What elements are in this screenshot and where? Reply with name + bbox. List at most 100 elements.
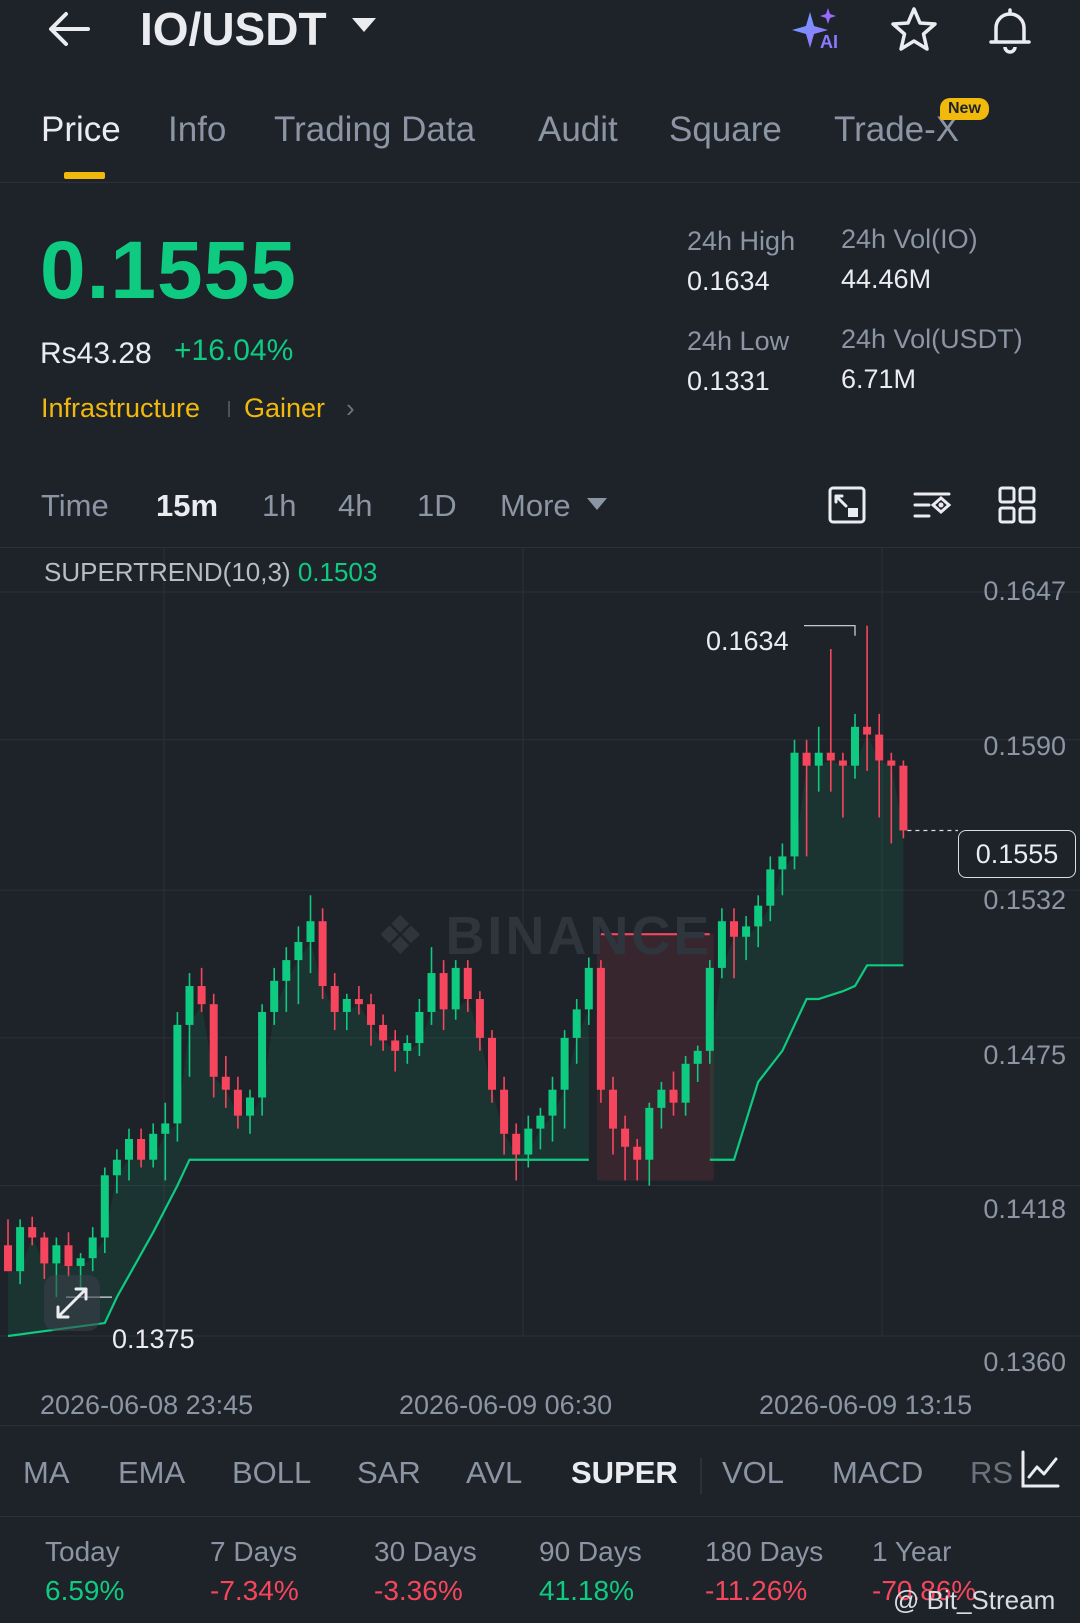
candle-body: [76, 1258, 85, 1267]
candle-body: [475, 998, 484, 1038]
tab-audit[interactable]: Audit: [538, 108, 618, 152]
indicator-ma[interactable]: MA: [23, 1455, 70, 1491]
candle-body: [500, 1089, 509, 1134]
tab-square[interactable]: Square: [669, 108, 782, 152]
candle-body: [548, 1089, 557, 1116]
y-tick-label: 0.1647: [983, 576, 1066, 606]
perf-label-today: Today: [45, 1536, 120, 1567]
candle-body: [899, 765, 908, 831]
candle-body: [838, 760, 847, 766]
tab-info[interactable]: Info: [168, 108, 226, 152]
candle-body: [463, 967, 472, 999]
candle-body: [439, 973, 448, 1010]
candle-body: [427, 973, 436, 1012]
chart-settings-icon[interactable]: [911, 484, 953, 526]
candle-body: [536, 1115, 545, 1129]
back-arrow-icon[interactable]: [44, 4, 94, 54]
high-price-marker: 0.1634: [706, 626, 789, 656]
timeframe-15m[interactable]: 15m: [156, 488, 218, 524]
star-favorite-icon[interactable]: [888, 4, 940, 56]
timeframe-more[interactable]: More: [500, 488, 571, 524]
timeframe-1d[interactable]: 1D: [417, 488, 457, 524]
expand-arrows-icon: [56, 1287, 88, 1319]
indicator-vol[interactable]: VOL: [722, 1455, 784, 1491]
candle-body: [258, 1011, 267, 1098]
timeframe-time[interactable]: Time: [41, 488, 109, 524]
tag-gainer[interactable]: Gainer: [244, 393, 325, 424]
candle-body: [826, 752, 835, 761]
candle-body: [40, 1237, 49, 1264]
perf-value-180d: -11.26%: [705, 1575, 808, 1606]
watermark-text: BINANCE: [445, 906, 713, 966]
candle-body: [875, 734, 884, 761]
candle-body: [415, 1011, 424, 1044]
candle-body: [524, 1128, 533, 1155]
stat-label-24h-vol-usdt: 24h Vol(USDT): [841, 324, 1023, 354]
candle-body: [270, 980, 279, 1012]
candle-body: [318, 921, 327, 987]
candle-body: [863, 726, 872, 735]
candle-body: [681, 1063, 690, 1103]
candle-body: [209, 1004, 218, 1077]
indicator-macd[interactable]: MACD: [832, 1455, 923, 1491]
grid-layout-icon[interactable]: [996, 484, 1038, 526]
candle-body: [633, 1146, 642, 1160]
candle-body: [330, 986, 339, 1012]
candle-body: [754, 905, 763, 927]
candle-body: [52, 1245, 61, 1264]
candle-body: [294, 941, 303, 961]
tabs-divider: [0, 182, 1080, 183]
pair-title[interactable]: IO/USDT: [140, 0, 327, 58]
bell-notification-icon[interactable]: [984, 4, 1036, 56]
stat-label-24h-vol-io: 24h Vol(IO): [841, 224, 978, 254]
y-tick-label: 0.1590: [983, 731, 1066, 761]
candle-body: [488, 1037, 496, 1090]
binance-logo-icon: ❖: [376, 906, 428, 966]
candle-body: [621, 1128, 630, 1147]
perf-label-90d: 90 Days: [539, 1536, 642, 1567]
more-caret-icon[interactable]: [587, 498, 607, 510]
indicator-rsi[interactable]: RS: [970, 1455, 1013, 1491]
indicator-super[interactable]: SUPER: [571, 1455, 678, 1491]
watermark-credit: @ Bit_Stream: [893, 1585, 1056, 1615]
candle-body: [233, 1089, 242, 1116]
supertrend-name: SUPERTREND(10,3): [44, 557, 291, 587]
indicator-sar[interactable]: SAR: [357, 1455, 421, 1491]
active-tab-indicator: [64, 172, 105, 179]
chart-bottom-divider: [0, 1425, 1080, 1426]
indicator-ema[interactable]: EMA: [118, 1455, 185, 1491]
expand-chart-button[interactable]: [44, 1275, 100, 1331]
low-price-marker: 0.1375: [112, 1324, 195, 1354]
chevron-right-icon[interactable]: ›: [346, 393, 355, 424]
x-tick-label: 2026-06-09 06:30: [399, 1390, 613, 1420]
candle-body: [717, 921, 726, 968]
binance-watermark: ❖ BINANCE: [376, 904, 712, 967]
fullscreen-chart-icon[interactable]: [826, 484, 868, 526]
timeframe-4h[interactable]: 4h: [338, 488, 372, 524]
indicator-boll[interactable]: BOLL: [232, 1455, 311, 1491]
candle-body: [367, 1004, 375, 1025]
indicator-avl[interactable]: AVL: [466, 1455, 522, 1491]
tag-infrastructure[interactable]: Infrastructure: [41, 393, 200, 424]
candle-body: [137, 1138, 146, 1160]
candle-body: [730, 921, 738, 937]
perf-value-7d: -7.34%: [210, 1575, 299, 1606]
new-badge: New: [940, 98, 989, 120]
ai-sparkle-icon[interactable]: AI: [790, 4, 842, 56]
candle-body: [802, 752, 811, 766]
timeframe-1h[interactable]: 1h: [262, 488, 296, 524]
candle-body: [64, 1245, 73, 1267]
candle-body: [16, 1227, 25, 1272]
indicator-chart-icon[interactable]: [1018, 1447, 1062, 1491]
pair-dropdown-caret-icon[interactable]: [352, 18, 376, 32]
perf-label-30d: 30 Days: [374, 1536, 477, 1567]
candle-body: [4, 1245, 12, 1272]
indicator-separator: [700, 1458, 702, 1494]
fiat-price: Rs43.28: [40, 337, 152, 370]
tab-price[interactable]: Price: [41, 108, 121, 152]
stat-label-24h-high: 24h High: [687, 226, 796, 256]
stat-label-24h-low: 24h Low: [687, 326, 790, 356]
candle-body: [584, 967, 593, 1010]
candle-body: [342, 998, 351, 1012]
tab-trading-data[interactable]: Trading Data: [274, 108, 475, 152]
